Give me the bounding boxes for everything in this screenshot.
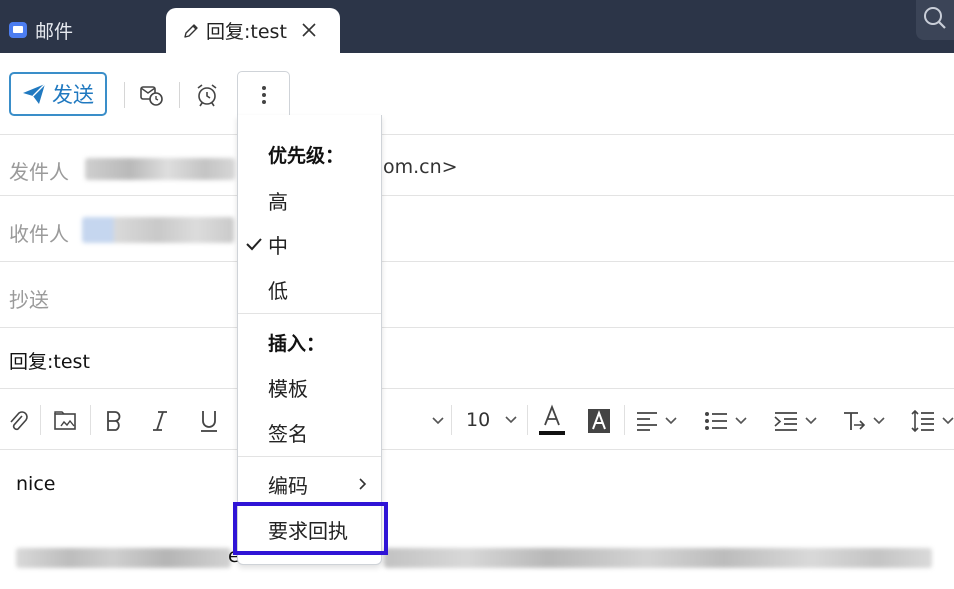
quoted-text-redacted: [384, 548, 932, 568]
from-label: 发件人: [9, 160, 69, 184]
font-color-button[interactable]: [539, 404, 565, 436]
chevron-down-icon: [941, 416, 954, 426]
text-direction-dropdown[interactable]: [842, 405, 886, 437]
tab-reply-label: 回复:test: [206, 21, 287, 43]
menu-divider: [238, 313, 381, 314]
chevron-down-icon: [804, 416, 818, 426]
bold-icon: [107, 411, 121, 431]
alarm-clock-icon: [197, 84, 217, 107]
divider: [0, 195, 954, 196]
menu-item-priority-high[interactable]: 高: [268, 186, 288, 215]
highlight-color-button[interactable]: [588, 405, 610, 437]
tab-reply[interactable]: 回复:test: [166, 8, 340, 53]
chevron-down-icon: [872, 416, 886, 426]
cc-label: 抄送: [9, 288, 49, 312]
line-height-icon: [911, 409, 934, 433]
attach-button[interactable]: [6, 405, 30, 437]
italic-icon: [153, 411, 167, 431]
toolbar-divider: [527, 405, 528, 435]
mail-icon: [9, 22, 27, 38]
more-options-button[interactable]: [237, 71, 290, 118]
menu-item-priority-low[interactable]: 低: [268, 275, 288, 304]
from-address-tail: om.cn>: [383, 156, 458, 178]
underline-icon: [201, 411, 217, 432]
font-color-icon: [539, 404, 565, 435]
insert-header: 插入：: [268, 333, 326, 355]
schedule-send-button[interactable]: [136, 80, 166, 110]
email-body-text[interactable]: nice: [16, 473, 55, 495]
text-direction-icon: [844, 412, 866, 430]
toolbar-divider: [179, 82, 180, 108]
bold-button[interactable]: [104, 405, 124, 437]
pencil-icon: [182, 22, 200, 40]
menu-item-encoding[interactable]: 编码: [268, 470, 308, 499]
divider: [0, 261, 954, 262]
image-icon: [54, 411, 76, 430]
search-button[interactable]: [916, 0, 954, 40]
schedule-send-icon: [140, 86, 163, 106]
align-dropdown[interactable]: [636, 405, 678, 437]
more-vertical-icon: [261, 86, 266, 104]
menu-divider: [238, 456, 381, 457]
priority-header: 优先级：: [268, 145, 345, 167]
menu-item-priority-medium[interactable]: 中: [268, 230, 288, 259]
toolbar-divider: [90, 405, 91, 435]
indent-icon: [774, 412, 797, 431]
menu-item-signature[interactable]: 签名: [268, 418, 308, 447]
chevron-right-icon: [358, 476, 368, 495]
send-icon: [23, 83, 46, 104]
underline-button[interactable]: [198, 405, 220, 437]
insert-image-button[interactable]: [53, 405, 79, 437]
to-label: 收件人: [9, 222, 69, 246]
more-options-menu: 优先级： 高 中 低 插入： 模板 签名 编码 要求回执: [237, 115, 382, 565]
divider: [0, 388, 954, 389]
chevron-down-icon: [734, 416, 748, 426]
divider: [0, 449, 954, 450]
tab-bar: 邮件 回复:test: [0, 0, 954, 53]
italic-button[interactable]: [150, 405, 170, 437]
subject-field[interactable]: 回复:test: [9, 347, 90, 374]
toolbar-divider: [624, 405, 625, 435]
chevron-down-icon: [664, 416, 678, 426]
tab-mail[interactable]: 邮件: [0, 7, 160, 53]
reminder-button[interactable]: [192, 80, 222, 110]
font-family-dropdown[interactable]: [425, 405, 445, 437]
line-height-dropdown[interactable]: [911, 405, 954, 437]
toolbar-divider: [40, 405, 41, 435]
divider: [0, 134, 954, 135]
from-address-redacted: [85, 158, 235, 180]
align-icon: [637, 412, 657, 431]
indent-dropdown[interactable]: [774, 405, 818, 437]
check-icon: [246, 236, 262, 255]
bullet-list-dropdown[interactable]: [704, 405, 748, 437]
close-icon[interactable]: [300, 21, 318, 39]
menu-item-template[interactable]: 模板: [268, 373, 308, 402]
bullet-list-icon: [705, 412, 727, 430]
send-label: 发送: [52, 83, 94, 107]
highlight-color-icon: [588, 409, 610, 433]
chevron-down-icon: [431, 416, 445, 426]
attachment-icon: [10, 411, 28, 431]
read-receipt-highlight: [233, 502, 388, 555]
chevron-down-icon: [504, 415, 518, 425]
send-button[interactable]: 发送: [9, 72, 107, 116]
tab-mail-label: 邮件: [35, 20, 74, 43]
search-icon: [922, 5, 948, 35]
recipient-chip-redacted[interactable]: [82, 217, 234, 243]
toolbar-divider: [451, 405, 452, 435]
divider: [0, 327, 954, 328]
font-size-dropdown[interactable]: 10: [466, 405, 518, 435]
font-size-value: 10: [466, 409, 491, 431]
quoted-text-redacted: [16, 548, 231, 568]
toolbar-divider: [124, 82, 125, 108]
